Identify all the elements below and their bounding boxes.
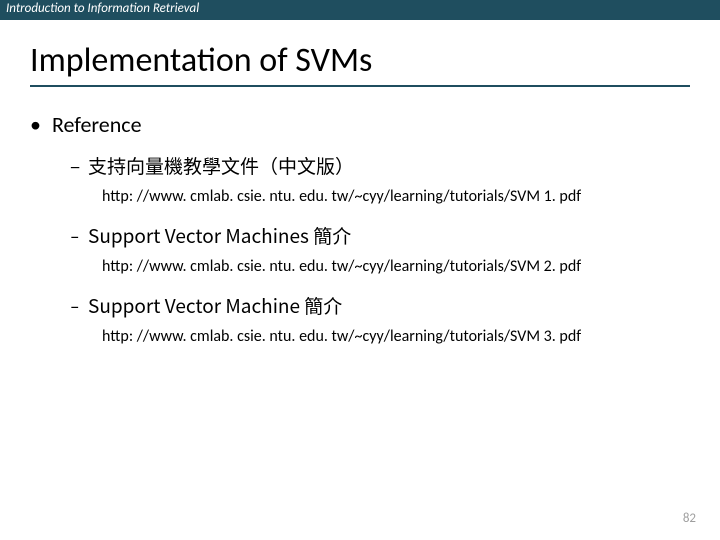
list-item: –Support Vector Machines 簡介 — [70, 222, 690, 249]
item-label: Support Vector Machine 簡介 — [88, 292, 342, 319]
item-url: http: //www. cmlab. csie. ntu. edu. tw/~… — [102, 257, 690, 276]
item-label: Support Vector Machines 簡介 — [88, 222, 351, 249]
reference-label: Reference — [52, 111, 142, 138]
content-area: •Reference –支持向量機教學文件（中文版） http: //www. … — [0, 93, 720, 346]
header-text: Introduction to Information Retrieval — [6, 1, 199, 16]
list-item: –Support Vector Machine 簡介 — [70, 292, 690, 319]
dash-icon: – — [70, 152, 88, 179]
header-bar: Introduction to Information Retrieval — [0, 0, 720, 20]
title-block: Implementation of SVMs — [0, 20, 720, 93]
item-label: 支持向量機教學文件（中文版） — [88, 152, 354, 179]
item-url: http: //www. cmlab. csie. ntu. edu. tw/~… — [102, 327, 690, 346]
bullet-dot-icon: • — [30, 111, 52, 138]
title-underline — [30, 85, 690, 87]
dash-icon: – — [70, 296, 88, 319]
reference-heading: •Reference — [30, 111, 690, 138]
item-url: http: //www. cmlab. csie. ntu. edu. tw/~… — [102, 187, 690, 206]
list-item: –支持向量機教學文件（中文版） — [70, 152, 690, 179]
dash-icon: – — [70, 226, 88, 249]
slide-title: Implementation of SVMs — [30, 42, 690, 85]
page-number: 82 — [683, 511, 696, 526]
